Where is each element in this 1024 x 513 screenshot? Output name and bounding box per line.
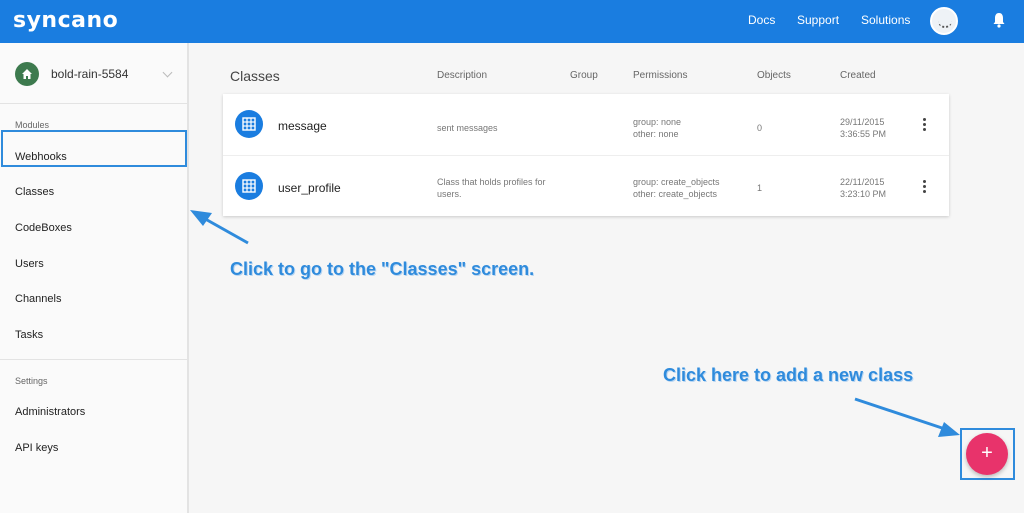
add-class-button[interactable]: + (966, 433, 1008, 475)
annotation-arrows (190, 210, 960, 437)
annotation-classes-hint: Click to go to the "Classes" screen. (230, 259, 535, 279)
annotation-add-hint: Click here to add a new class (663, 365, 914, 385)
